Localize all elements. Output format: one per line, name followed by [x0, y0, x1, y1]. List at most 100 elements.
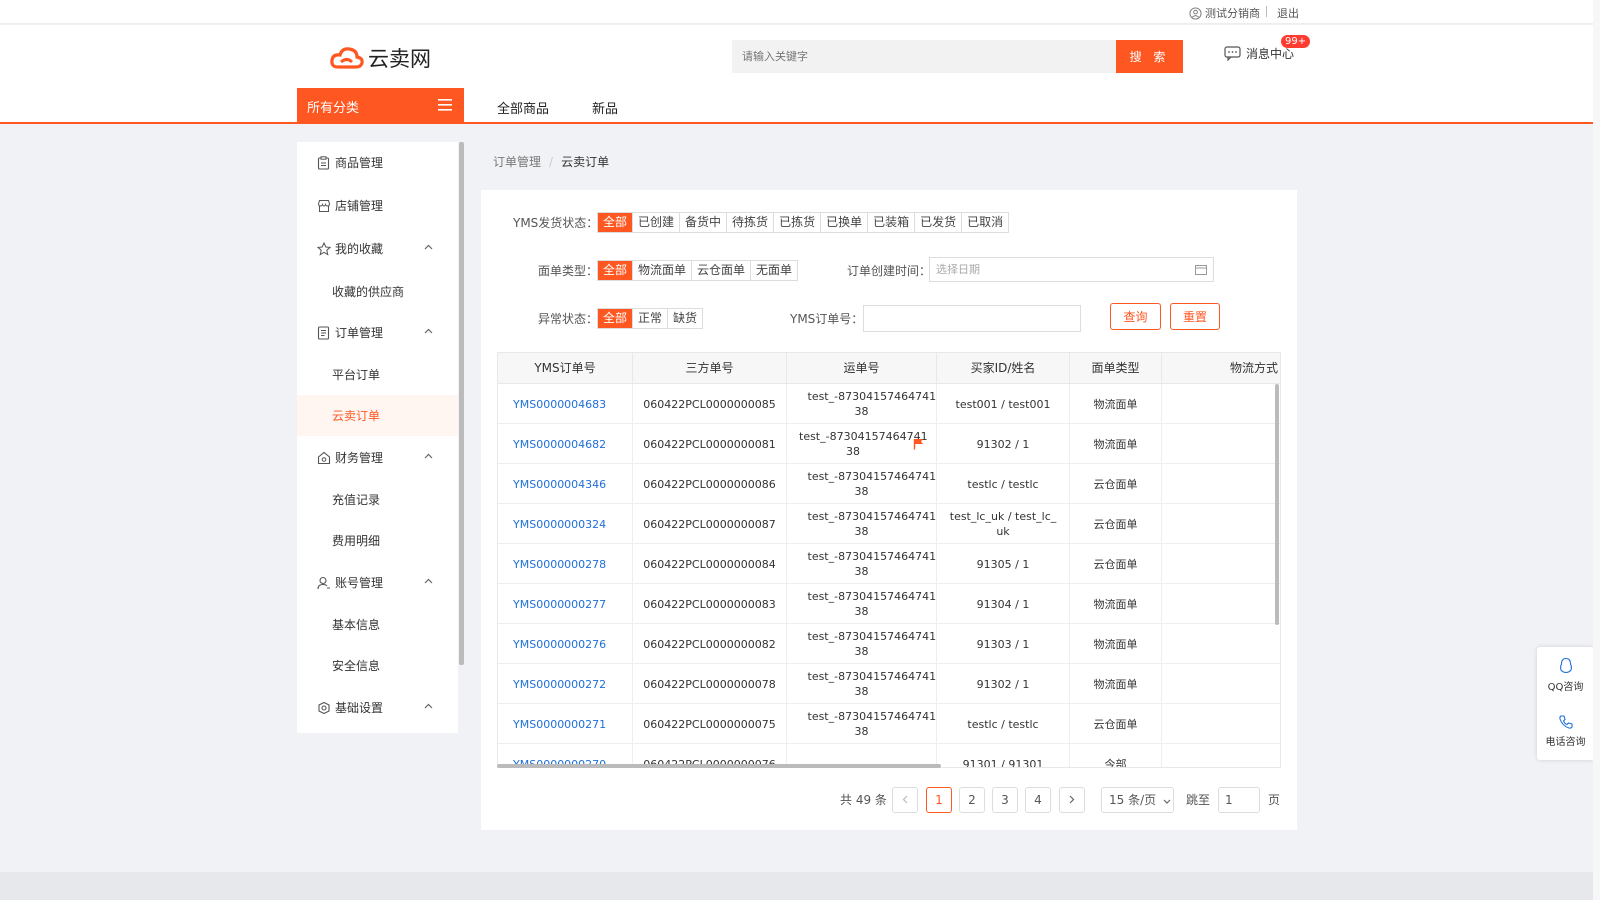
table-row[interactable]: YMS0000000276 060422PCL0000000082 test_-87… — [498, 624, 1280, 664]
qq-consult-button[interactable]: QQ咨询 — [1537, 657, 1594, 693]
page-size-select[interactable]: 15 条/页 — [1101, 787, 1174, 813]
user-link[interactable]: 测试分销商 — [1189, 5, 1260, 21]
sheet-type-option[interactable]: 全部 — [598, 261, 634, 280]
yms-order-link[interactable]: YMS0000004683 — [498, 384, 633, 424]
all-categories-button[interactable]: 所有分类 — [297, 88, 464, 124]
sidebar-item-expense-details[interactable]: 费用明细 — [297, 520, 458, 561]
search-button[interactable]: 搜 索 — [1116, 40, 1183, 73]
yms-status-option[interactable]: 已发货 — [915, 213, 963, 232]
page-button[interactable]: 4 — [1025, 787, 1051, 813]
page-button[interactable]: 3 — [992, 787, 1018, 813]
sidebar-item-basic-info[interactable]: 基本信息 — [297, 604, 458, 645]
sidebar-item-yunmai-orders[interactable]: 云卖订单 — [297, 395, 458, 436]
sidebar-scrollbar[interactable] — [459, 142, 464, 665]
table-row[interactable]: YMS0000000272 060422PCL0000000078 test_-87… — [498, 664, 1280, 704]
sheet-type-option[interactable]: 云仓面单 — [692, 261, 752, 280]
yms-status-option[interactable]: 全部 — [598, 213, 634, 232]
third-party-order-cell: 060422PCL0000000086 — [633, 464, 787, 504]
sheet-type-label: 面单类型： — [538, 264, 599, 278]
yms-status-option[interactable]: 已换单 — [821, 213, 869, 232]
sidebar-item-favorite-suppliers[interactable]: 收藏的供应商 — [297, 271, 458, 312]
sidebar-item-account[interactable]: 账号管理 — [297, 562, 458, 603]
waybill-cell: test_-87304157464741 38 — [787, 704, 937, 744]
table-row[interactable]: YMS0000004682 060422PCL0000000081 test_-87… — [498, 424, 1280, 464]
sidebar-item-security-info[interactable]: 安全信息 — [297, 645, 458, 686]
waybill-cell: test_-87304157464741 38 — [787, 584, 937, 624]
prev-page-button[interactable] — [892, 787, 918, 813]
sheet-type-option[interactable]: 无面单 — [751, 261, 797, 280]
yms-order-link[interactable]: YMS0000000271 — [498, 704, 633, 744]
yms-order-link[interactable]: YMS0000004346 — [498, 464, 633, 504]
third-party-order-cell: 060422PCL0000000083 — [633, 584, 787, 624]
sidebar-item-label: 财务管理 — [335, 451, 384, 465]
table-row[interactable]: YMS0000004683 060422PCL0000000085 test_-87… — [498, 384, 1280, 424]
reset-button[interactable]: 重置 — [1170, 303, 1220, 330]
cloud-logo-icon — [330, 47, 364, 69]
buyer-cell-text: 91304 / 1 — [976, 597, 1030, 611]
waybill-cell: test_-87304157464741 38 — [787, 384, 937, 424]
buyer-cell: 91304 / 1 — [937, 584, 1070, 624]
yms-order-link[interactable]: YMS0000000277 — [498, 584, 633, 624]
waybill-cell: test_-87304157464741 38 — [787, 664, 937, 704]
table-row[interactable]: YMS0000000271 060422PCL0000000075 test_-87… — [498, 704, 1280, 744]
yms-status-option[interactable]: 已取消 — [962, 213, 1008, 232]
yms-status-option[interactable]: 备货中 — [680, 213, 728, 232]
sheet-type-option[interactable]: 物流面单 — [633, 261, 693, 280]
breadcrumb-current: 云卖订单 — [561, 155, 610, 169]
nav-all-products[interactable]: 全部商品 — [497, 98, 549, 117]
yms-order-link[interactable]: YMS0000000324 — [498, 504, 633, 544]
logout-link[interactable]: 退出 — [1277, 5, 1299, 21]
sheet-type-cell-text: 物流面单 — [1093, 597, 1138, 611]
buyer-cell-text: 91301 / 91301 — [962, 757, 1044, 768]
yms-status-option[interactable]: 已拣货 — [774, 213, 822, 232]
yms-status-option[interactable]: 已创建 — [633, 213, 681, 232]
page-button[interactable]: 2 — [959, 787, 985, 813]
yms-order-link[interactable]: YMS0000000272 — [498, 664, 633, 704]
third-party-order-cell: 060422PCL0000000078 — [633, 664, 787, 704]
table-vertical-scrollbar[interactable] — [1275, 384, 1279, 625]
wallet-icon — [317, 451, 331, 465]
page-scrollbar[interactable] — [1593, 0, 1600, 900]
exception-status-option[interactable]: 缺货 — [668, 309, 702, 328]
yms-order-link[interactable]: YMS0000000278 — [498, 544, 633, 584]
breadcrumb-parent[interactable]: 订单管理 — [493, 155, 541, 169]
exception-status-option[interactable]: 全部 — [598, 309, 634, 328]
buyer-cell-text: testlc / testlc — [967, 717, 1039, 731]
yms-order-link[interactable]: YMS0000004682 — [498, 424, 633, 464]
buyer-cell: 91303 / 1 — [937, 624, 1070, 664]
table-row[interactable]: YMS0000000324 060422PCL0000000087 test_-87… — [498, 504, 1280, 544]
nav-new-products[interactable]: 新品 — [592, 98, 618, 117]
settings-icon — [317, 701, 331, 715]
store-icon — [317, 199, 331, 213]
query-button[interactable]: 查询 — [1110, 303, 1161, 330]
yms-order-no-input[interactable] — [863, 305, 1081, 332]
sidebar-item-orders[interactable]: 订单管理 — [297, 312, 458, 353]
yms-status-option[interactable]: 待拣货 — [727, 213, 775, 232]
next-page-button[interactable] — [1059, 787, 1085, 813]
sidebar-item-finance[interactable]: 财务管理 — [297, 437, 458, 478]
search-input[interactable] — [732, 40, 1116, 73]
sidebar-item-recharge-records[interactable]: 充值记录 — [297, 479, 458, 520]
sidebar-item-basic-settings[interactable]: 基础设置 — [297, 687, 458, 728]
message-center-link[interactable]: 消息中心 — [1224, 45, 1294, 62]
sheet-type-cell-text: 物流面单 — [1093, 397, 1138, 411]
logo[interactable]: 云卖网 — [330, 43, 431, 73]
waybill-cell: test_-87304157464741 38 — [787, 464, 937, 504]
sidebar-item-platform-orders[interactable]: 平台订单 — [297, 354, 458, 395]
yms-status-option[interactable]: 已装箱 — [868, 213, 916, 232]
table-horizontal-scrollbar[interactable] — [497, 764, 941, 768]
page-button[interactable]: 1 — [926, 787, 952, 813]
sheet-type-cell-text: 今部 — [1104, 757, 1127, 768]
phone-consult-button[interactable]: 电话咨询 — [1537, 714, 1594, 748]
create-time-picker[interactable]: 选择日期 — [929, 257, 1214, 282]
goto-page-input[interactable] — [1218, 787, 1260, 813]
third-party-order-cell: 060422PCL0000000081 — [633, 424, 787, 464]
table-row[interactable]: YMS0000004346 060422PCL0000000086 test_-87… — [498, 464, 1280, 504]
sidebar-item-favorites[interactable]: 我的收藏 — [297, 228, 458, 269]
exception-status-option[interactable]: 正常 — [633, 309, 669, 328]
sidebar-item-store[interactable]: 店铺管理 — [297, 185, 458, 226]
table-row[interactable]: YMS0000000277 060422PCL0000000083 test_-87… — [498, 584, 1280, 624]
yms-order-link[interactable]: YMS0000000276 — [498, 624, 633, 664]
sidebar-item-products[interactable]: 商品管理 — [297, 142, 458, 183]
table-row[interactable]: YMS0000000278 060422PCL0000000084 test_-87… — [498, 544, 1280, 584]
